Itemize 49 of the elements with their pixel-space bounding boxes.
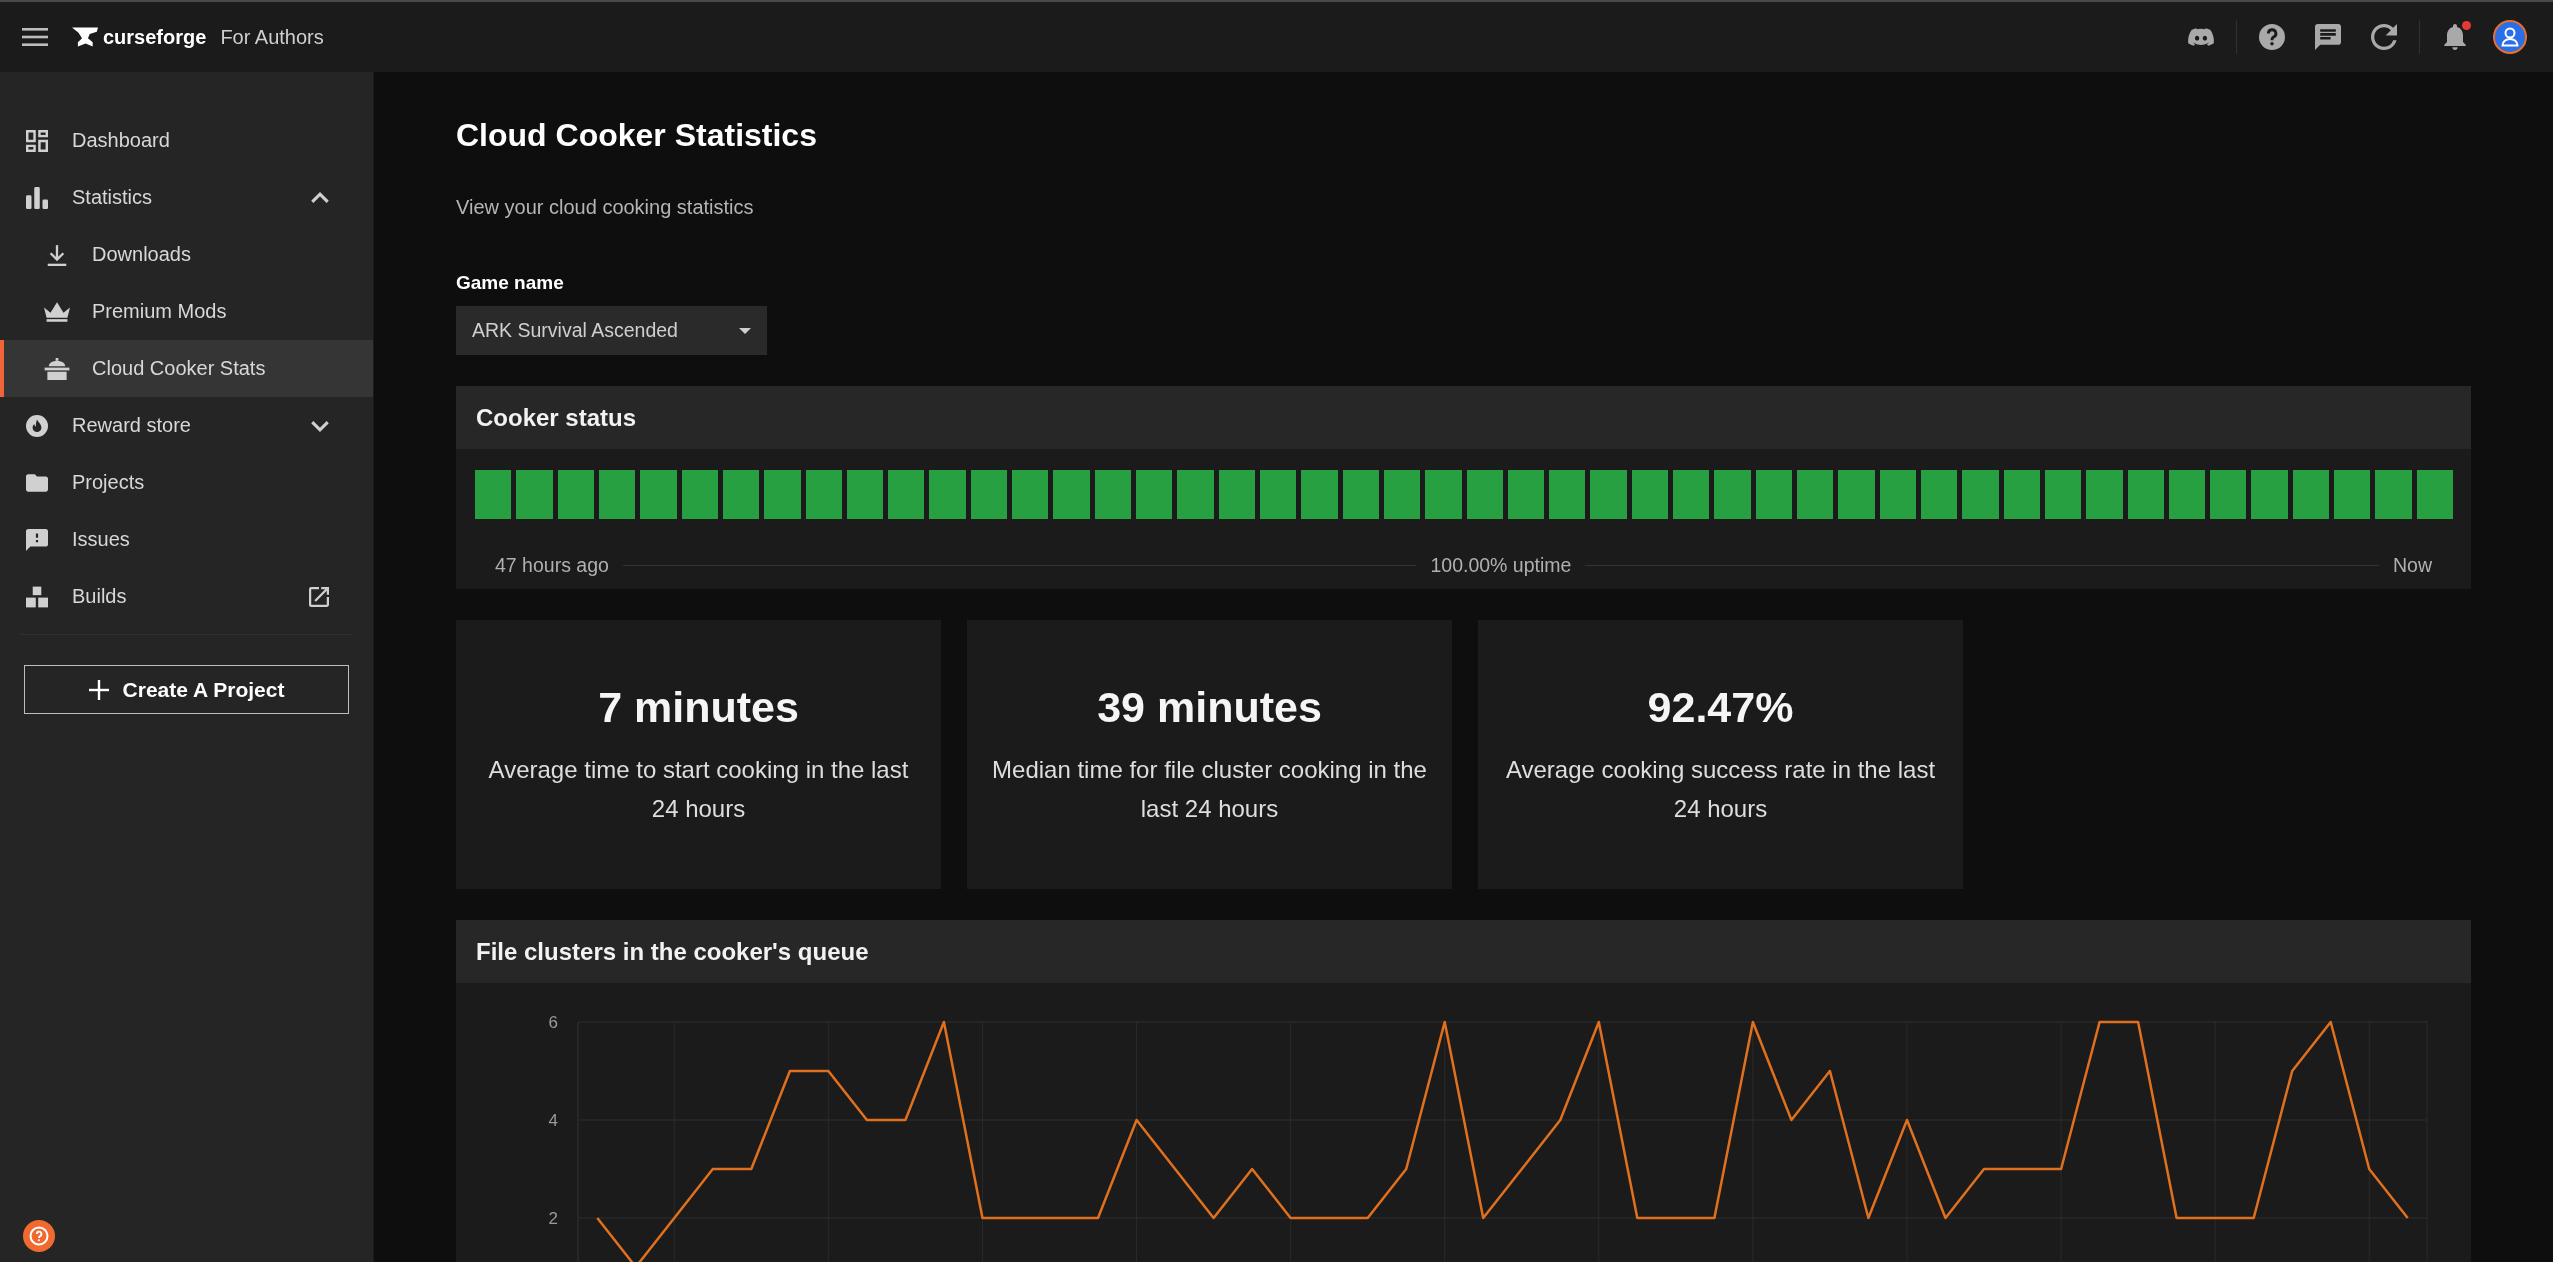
y-tick-label: 6 [548,1013,558,1032]
field-label: Game name [456,272,565,294]
stat-caption: Average time to start cooking in the last 24 hours [487,754,910,824]
stat-caption: Average cooking success rate in the last 24 hours [1504,754,1937,824]
caret-down-icon [739,327,751,334]
alert-message-icon [26,528,48,551]
stat-value: 92.47% [1647,681,1794,732]
time-label: 47 hours ago [495,554,609,576]
dashboard-icon [26,129,48,152]
card-title: File clusters in the cooker's queue [476,937,869,966]
bell-icon[interactable] [2442,24,2468,50]
create-project-button[interactable]: Create A Project [24,665,349,714]
bar-chart-icon [26,186,48,209]
anvil-icon [72,27,98,47]
page-title: Cloud Cooker Statistics [456,117,818,153]
y-tick-label: 2 [548,1209,558,1228]
page-subtitle: View your cloud cooking statistics [456,196,755,218]
chat-icon[interactable] [2315,24,2341,50]
nav-subitem[interactable]: Cloud Cooker Stats [0,340,373,397]
external-link-icon [309,586,329,607]
game-dropdown[interactable]: ARK Survival Ascended [456,306,767,355]
stat-caption: Median time for file cluster cooking in the last 24 hours [991,754,1428,824]
section-title: For Authors [220,25,324,49]
folder-icon [26,471,48,494]
question-icon [29,1226,49,1246]
stat-value: 7 minutes [598,681,799,732]
refresh-icon[interactable] [2371,24,2397,50]
nav-item[interactable]: Projects [0,454,373,511]
crown-icon [44,300,70,323]
help-icon[interactable] [2259,24,2285,50]
uptime-label: 100.00% uptime [1430,554,1572,576]
flame-icon [26,414,48,437]
nav-group[interactable]: Reward store [0,397,373,454]
nav-subitem[interactable]: Premium Mods [0,283,373,340]
plus-icon [88,679,109,700]
card-title: Cooker status [476,403,637,432]
nav-item[interactable]: Builds [0,568,373,625]
nav-subitem[interactable]: Downloads [0,226,373,283]
y-tick-label: 4 [548,1111,558,1130]
brand-name: curseforge [103,25,207,49]
blocks-icon [26,585,48,608]
pot-icon [44,357,70,380]
nav-item[interactable]: Issues [0,511,373,568]
nav-item[interactable]: Dashboard [0,112,373,169]
time-label: Now [2393,554,2432,576]
menu-icon[interactable] [22,27,48,47]
avatar-icon[interactable] [2493,20,2527,54]
stat-value: 39 minutes [1097,681,1322,732]
nav-group[interactable]: Statistics [0,169,373,226]
